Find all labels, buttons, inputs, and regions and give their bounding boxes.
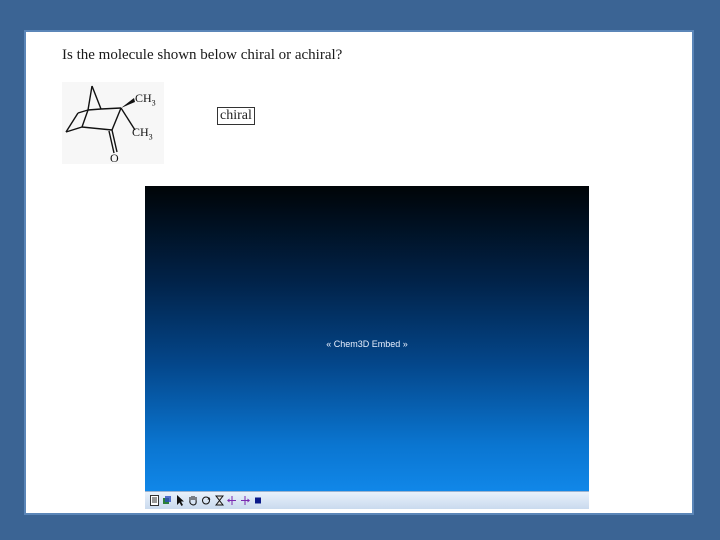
answer-box[interactable]: chiral: [217, 107, 255, 125]
hand-icon[interactable]: [188, 495, 198, 507]
translate-icon[interactable]: [227, 495, 237, 507]
molecule-structure: CH3 CH3 O: [62, 82, 164, 164]
chem3d-embed[interactable]: « Chem3D Embed »: [145, 186, 589, 509]
stop-icon[interactable]: [253, 495, 263, 507]
slide: Is the molecule shown below chiral or ac…: [24, 30, 694, 515]
question-text: Is the molecule shown below chiral or ac…: [62, 47, 343, 63]
zoom-icon[interactable]: [240, 495, 250, 507]
molecule-label-ch3-mid: CH3: [132, 125, 153, 142]
embed-label: « Chem3D Embed »: [326, 339, 408, 349]
document-icon[interactable]: [149, 495, 159, 507]
select-arrow-icon[interactable]: [175, 495, 185, 507]
molecule-label-oxygen: O: [110, 151, 119, 165]
cube-icon[interactable]: [162, 495, 172, 507]
embed-toolbar: [145, 491, 589, 509]
rotate-icon[interactable]: [201, 495, 211, 507]
hourglass-icon[interactable]: [214, 495, 224, 507]
molecule-label-ch3-top: CH3: [135, 91, 156, 108]
